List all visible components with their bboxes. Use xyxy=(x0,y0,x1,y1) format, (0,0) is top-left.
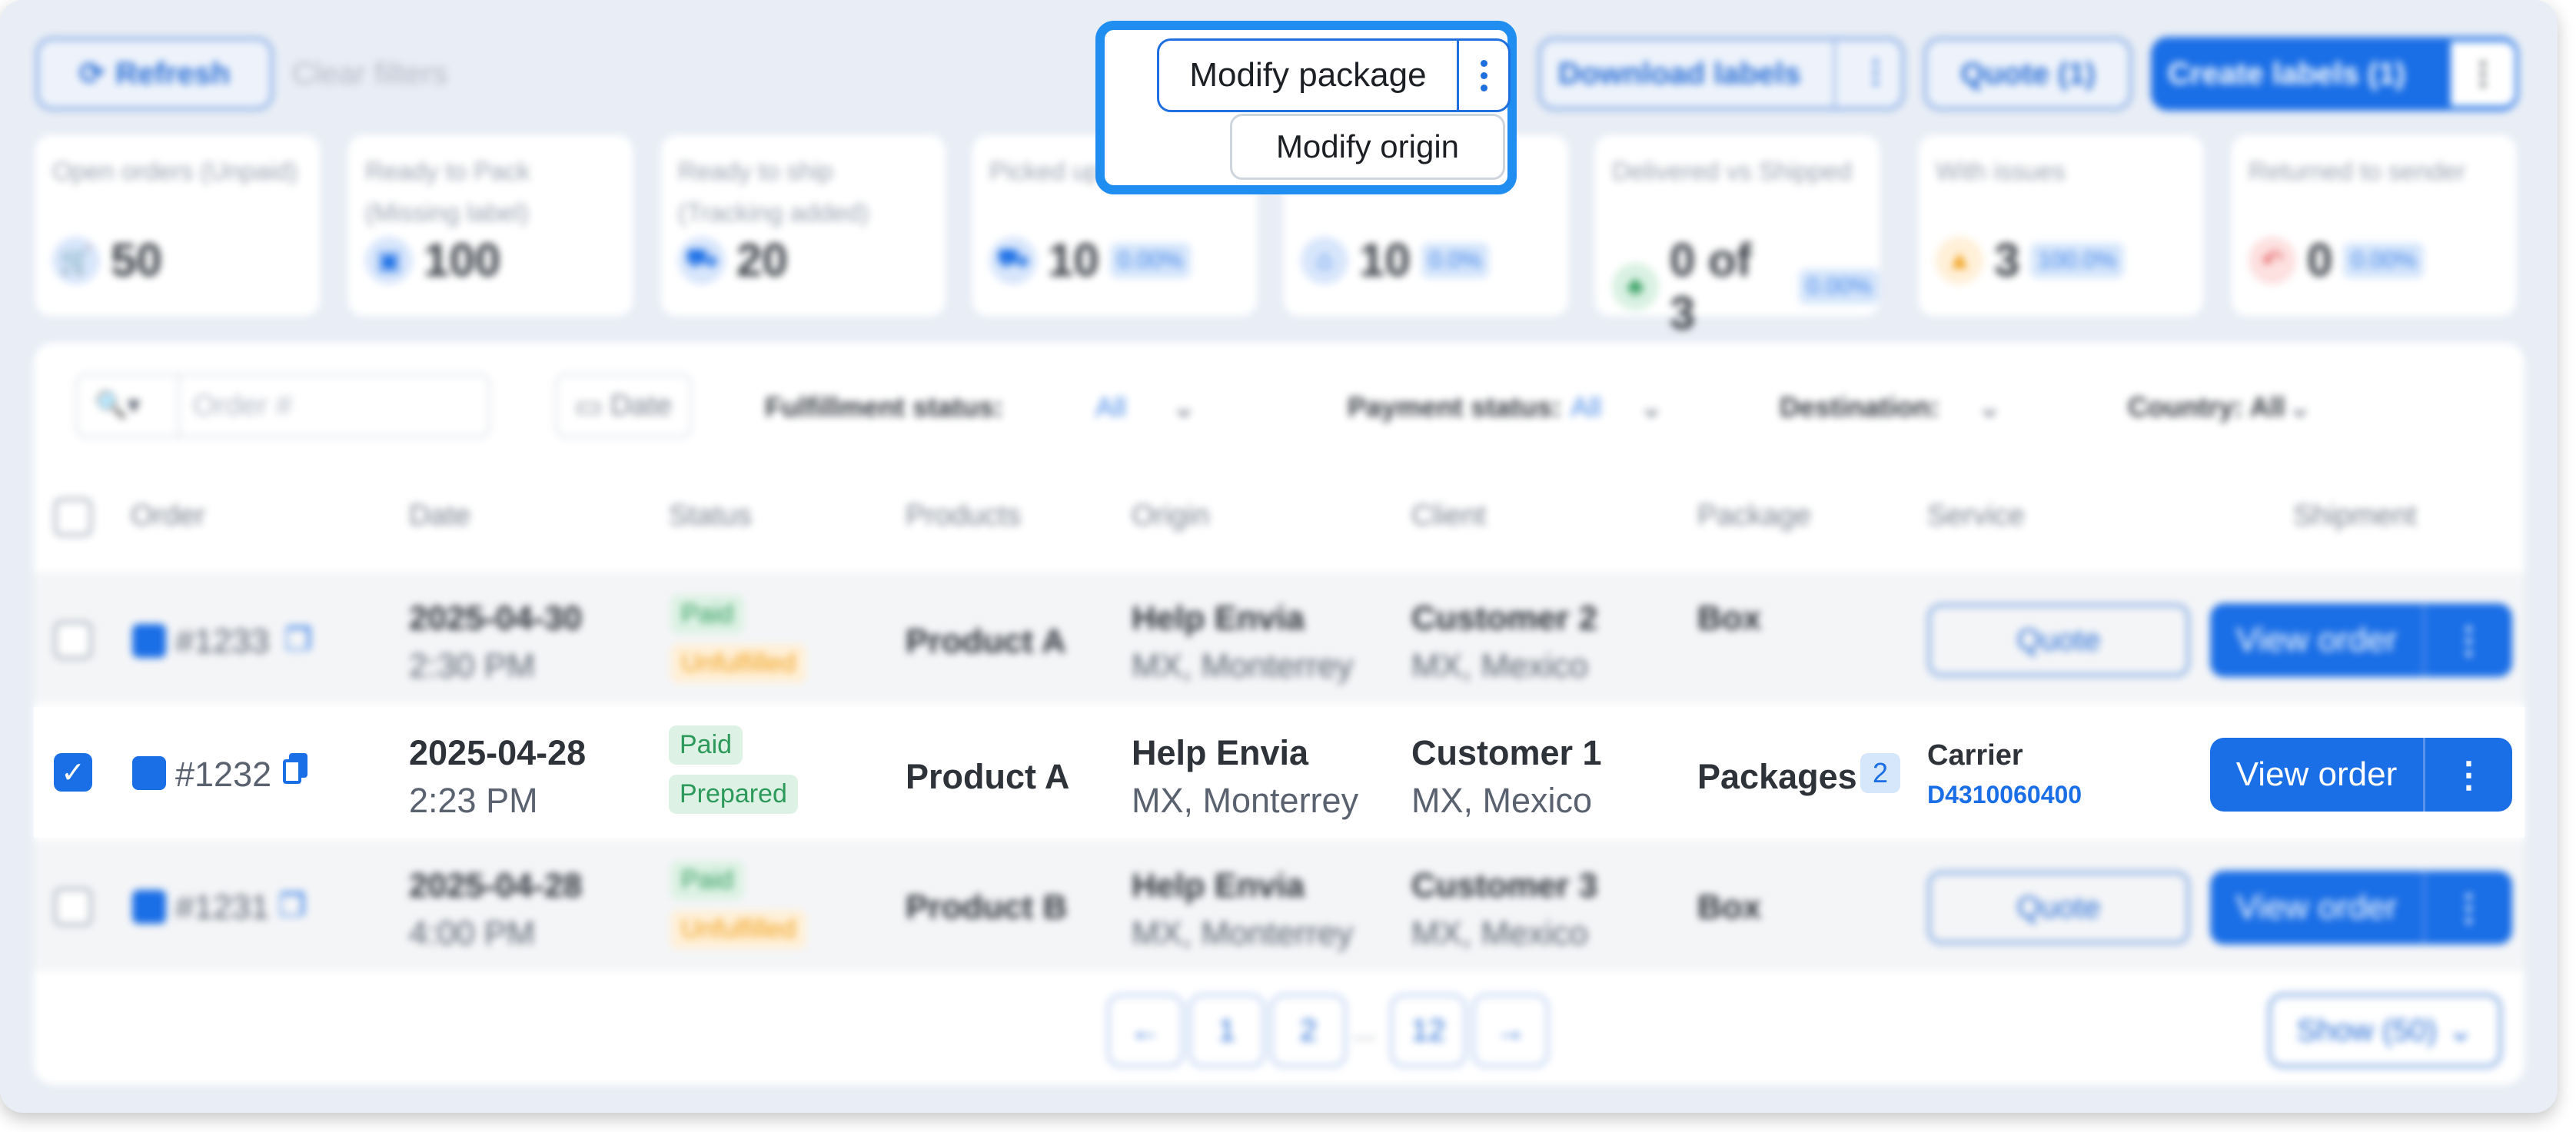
order-number[interactable]: #1232 xyxy=(175,755,271,795)
status-badge-prepared: Prepared xyxy=(669,775,798,814)
kebab-icon[interactable]: ⋮ xyxy=(2425,754,2512,795)
column-header-shipment[interactable]: Shipment xyxy=(2293,500,2417,533)
store-icon xyxy=(132,756,166,790)
modify-origin-menu-item[interactable]: Modify origin xyxy=(1230,114,1505,180)
status-badge: Paid xyxy=(670,595,745,634)
refresh-button[interactable]: ⟳ Refresh xyxy=(35,37,274,111)
status-badge: Unfulfilled xyxy=(670,910,807,949)
quote-button[interactable]: Quote xyxy=(1927,603,2190,677)
next-page-button[interactable]: → xyxy=(1472,994,1549,1067)
date-filter[interactable]: ▭ Date xyxy=(555,373,692,438)
truck-icon: ⛟ xyxy=(678,236,726,284)
modify-package-button[interactable]: Modify package xyxy=(1157,38,1511,112)
chevron-down-icon: ⌄ xyxy=(2288,391,2312,423)
quote-button[interactable]: Quote (1) xyxy=(1923,37,2132,111)
destination-filter[interactable]: Destination: ⌄ xyxy=(1780,377,2001,438)
column-header-service[interactable]: Service xyxy=(1927,500,2025,533)
stat-card-ready-to-ship[interactable]: Ready to ship (Tracking added) ⛟ 20 xyxy=(661,135,946,316)
select-all-checkbox[interactable] xyxy=(54,498,92,536)
quote-button[interactable]: Quote xyxy=(1927,871,2190,944)
stat-card-with-issues[interactable]: With issues ▲ 3 100.0% xyxy=(1919,135,2203,316)
create-labels-button[interactable]: Create labels (1) ⋮ xyxy=(2151,37,2518,111)
view-order-button[interactable]: View order ⋮ xyxy=(2210,603,2512,677)
stat-card-ready-to-pack[interactable]: Ready to Pack (Missing label) ▣ 100 xyxy=(348,135,633,316)
kebab-icon[interactable]: ⋮ xyxy=(2425,887,2512,928)
chevron-down-icon: ⌄ xyxy=(1172,391,1196,423)
download-labels-button[interactable]: Download labels ⋮ xyxy=(1537,37,1905,111)
order-number[interactable]: #1231 xyxy=(175,888,269,927)
column-header-products[interactable]: Products xyxy=(906,500,1021,533)
kebab-icon[interactable]: ⋮ xyxy=(2425,619,2512,661)
column-header-order[interactable]: Order xyxy=(131,500,205,533)
users-icon: ♣ xyxy=(1612,263,1659,310)
column-header-origin[interactable]: Origin xyxy=(1132,500,1209,533)
copy-icon[interactable]: ❐ xyxy=(284,622,312,658)
stat-card-open-orders[interactable]: Open orders (Unpaid) 🛒 50 xyxy=(35,135,320,316)
search-input[interactable]: Order # xyxy=(193,390,292,423)
home-icon: ⌂ xyxy=(1301,236,1348,284)
box-icon: ▣ xyxy=(365,236,413,284)
row-checkbox[interactable] xyxy=(54,621,92,659)
page-button[interactable]: 1 xyxy=(1188,994,1265,1067)
status-badge-paid: Paid xyxy=(669,725,743,765)
refresh-icon: ⟳ xyxy=(78,57,105,91)
status-badge: Unfulfilled xyxy=(670,644,807,683)
row-checkbox-checked[interactable]: ✓ xyxy=(54,753,92,792)
clear-filters-link[interactable]: Clear filters xyxy=(292,57,447,91)
page-button[interactable]: 12 xyxy=(1390,994,1467,1067)
store-icon xyxy=(132,890,166,924)
country-filter[interactable]: Country: All ⌄ xyxy=(2128,377,2312,438)
column-header-status[interactable]: Status xyxy=(669,500,752,533)
kebab-icon[interactable] xyxy=(1459,59,1508,91)
view-order-button[interactable]: View order ⋮ xyxy=(2210,871,2512,944)
divider xyxy=(1833,41,1836,107)
chevron-down-icon: ⌄ xyxy=(1640,391,1664,423)
status-badge: Paid xyxy=(670,861,745,900)
column-header-package[interactable]: Package xyxy=(1697,500,1811,533)
store-icon xyxy=(132,624,166,658)
tracking-link[interactable]: D4310060400 xyxy=(1927,781,2082,809)
page-size-select[interactable]: Show (50) ⌄ xyxy=(2268,993,2502,1068)
copy-icon[interactable] xyxy=(283,753,307,784)
kebab-icon[interactable]: ⋮ xyxy=(2451,41,2515,106)
cart-icon: 🛒 xyxy=(52,236,100,284)
search-icon: 🔍▾ xyxy=(95,390,141,420)
prev-page-button[interactable]: ← xyxy=(1107,994,1184,1067)
copy-icon[interactable]: ❐ xyxy=(278,888,306,924)
view-order-button[interactable]: View order ⋮ xyxy=(2210,738,2512,812)
pagination-ellipsis: ... xyxy=(1353,1014,1377,1046)
stat-card-delivered-vs-shipped[interactable]: Delivered vs Shipped ♣ 0 of 3 0.00% xyxy=(1595,135,1880,339)
package-count-badge[interactable]: 2 xyxy=(1860,753,1900,793)
chevron-down-icon: ⌄ xyxy=(1978,391,2002,423)
column-header-client[interactable]: Client xyxy=(1411,500,1486,533)
chevron-down-icon: ⌄ xyxy=(2447,1014,2474,1047)
orders-dashboard: ⟳ Refresh Clear filters Download labels … xyxy=(0,0,2558,1113)
payment-filter[interactable]: Payment status: All ⌄ xyxy=(1348,377,1663,438)
calendar-icon: ▭ xyxy=(574,390,603,423)
search-box[interactable]: 🔍▾ Order # xyxy=(75,373,490,438)
page-button[interactable]: 2 xyxy=(1270,994,1347,1067)
carrier-name: Carrier xyxy=(1927,739,2023,772)
return-icon: ↶ xyxy=(2249,236,2296,284)
truck-icon: ⛟ xyxy=(989,236,1037,284)
warning-icon: ▲ xyxy=(1936,236,1983,284)
divider xyxy=(178,376,180,436)
row-checkbox[interactable] xyxy=(54,888,92,926)
stat-card-returned[interactable]: Returned to sender ↶ 0 0.00% xyxy=(2232,135,2516,316)
fulfillment-filter[interactable]: Fulfillment status: All ⌄ xyxy=(765,377,1195,438)
kebab-icon[interactable]: ⋮ xyxy=(1860,55,1891,90)
column-header-date[interactable]: Date xyxy=(409,500,470,533)
order-number[interactable]: #1233 xyxy=(175,622,269,661)
